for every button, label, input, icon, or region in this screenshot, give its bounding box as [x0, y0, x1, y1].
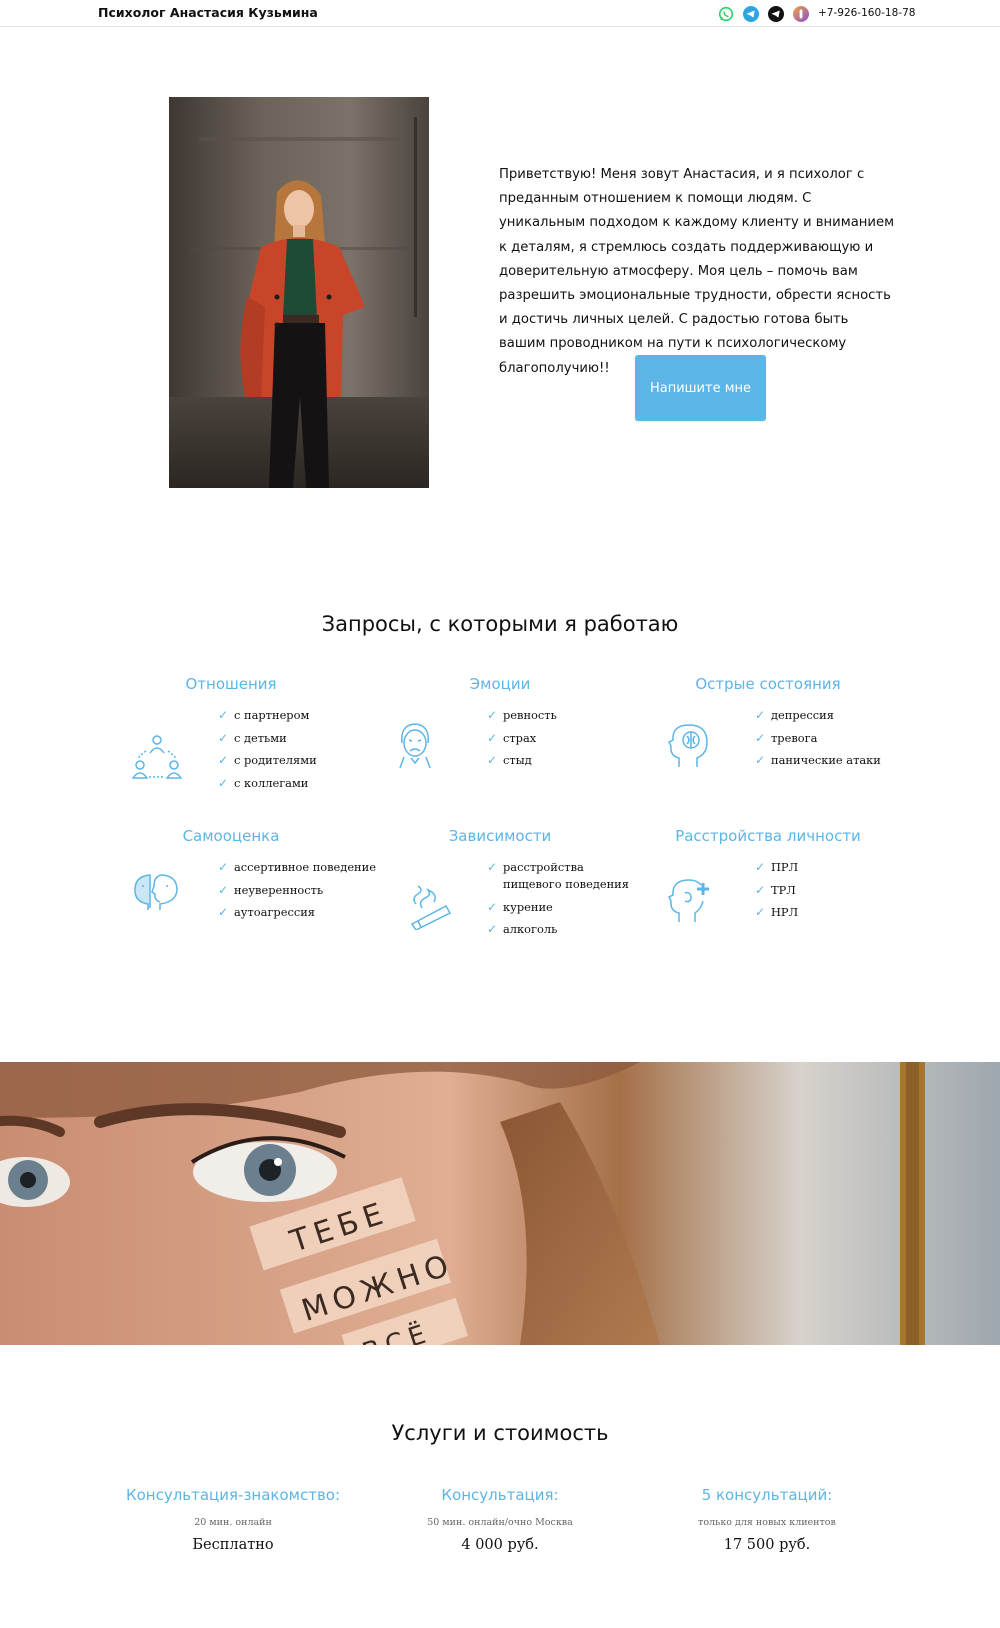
service-card: 5 консультаций: только для новых клиенто…	[632, 1486, 902, 1553]
service-title: Консультация:	[441, 1486, 559, 1504]
list-item: панические атаки	[755, 752, 881, 769]
request-title: Острые состояния	[695, 675, 841, 693]
social-links	[718, 6, 809, 22]
whatsapp-icon[interactable]	[718, 6, 734, 22]
service-note: 50 мин. онлайн/очно Москва	[427, 1517, 573, 1528]
service-note: только для новых клиентов	[698, 1517, 836, 1528]
list-item: алкоголь	[487, 921, 637, 938]
requests-title: Запросы, с которыми я работаю	[321, 612, 679, 636]
people-circle-icon	[132, 735, 182, 779]
contact-me-button[interactable]: Напишите мне	[635, 355, 766, 421]
list-item: неуверенность	[218, 882, 376, 899]
banner-image: ТЕБЕ МОЖНО ВСЁ	[0, 1062, 1000, 1345]
request-title: Отношения	[185, 675, 277, 693]
list-item: депрессия	[755, 707, 881, 724]
service-card: Консультация: 50 мин. онлайн/очно Москва…	[365, 1486, 635, 1553]
list-item: с детьми	[218, 730, 317, 747]
list-item: стыд	[487, 752, 557, 769]
list-item: ревность	[487, 707, 557, 724]
service-note: 20 мин. онлайн	[194, 1517, 272, 1528]
list-item: курение	[487, 899, 637, 916]
service-price: 4 000 руб.	[461, 1537, 539, 1553]
site-brand[interactable]: Психолог Анастасия Кузьмина	[98, 5, 318, 20]
services-title: Услуги и стоимость	[391, 1421, 609, 1445]
list-item: НРЛ	[755, 904, 798, 921]
service-title: 5 консультаций:	[701, 1486, 833, 1504]
list-item: с коллегами	[218, 775, 317, 792]
request-title: Расстройства личности	[675, 827, 861, 845]
intro-text: Приветствую! Меня зовут Анастасия, и я п…	[499, 167, 895, 376]
site-header: Психолог Анастасия Кузьмина +7-926-160-1…	[0, 0, 1000, 27]
head-brain-icon	[667, 724, 708, 767]
list-item: ассертивное поведение	[218, 859, 376, 876]
viber-icon[interactable]	[793, 6, 809, 22]
service-card: Консультация-знакомство: 20 мин. онлайн …	[98, 1486, 368, 1553]
telegram-dark-icon[interactable]	[768, 6, 784, 22]
list-item: аутоагрессия	[218, 904, 376, 921]
service-title: Консультация-знакомство:	[125, 1486, 341, 1504]
service-price: 17 500 руб.	[723, 1537, 811, 1553]
list-item: тревога	[755, 730, 881, 747]
list-item: ТРЛ	[755, 882, 798, 899]
service-price: Бесплатно	[192, 1537, 274, 1553]
list-item: с родителями	[218, 752, 317, 769]
psychologist-portrait	[169, 97, 429, 488]
two-heads-icon	[134, 874, 178, 910]
request-title: Зависимости	[448, 827, 552, 845]
cigarette-icon	[410, 885, 452, 930]
list-item: ПРЛ	[755, 859, 798, 876]
list-item: расстройства пищевого поведения	[487, 859, 637, 893]
list-item: с партнером	[218, 707, 317, 724]
sad-face-icon	[399, 723, 431, 769]
request-title: Эмоции	[469, 675, 531, 693]
phone-number[interactable]: +7-926-160-18-78	[818, 7, 915, 19]
head-plus-icon	[667, 879, 709, 922]
telegram-icon[interactable]	[743, 6, 759, 22]
request-title: Самооценка	[182, 827, 280, 845]
list-item: страх	[487, 730, 557, 747]
